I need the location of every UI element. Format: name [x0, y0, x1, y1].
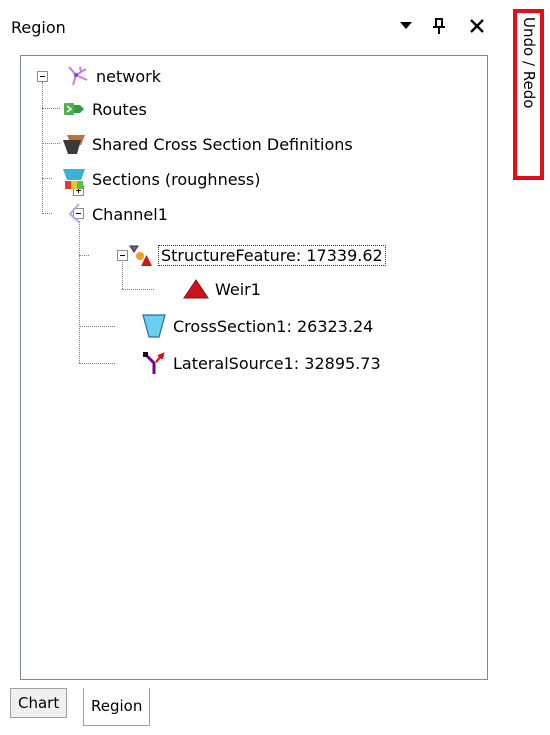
tree-node-label: Sections (roughness)	[92, 169, 261, 189]
tree-node-label: Weir1	[215, 279, 261, 299]
tree-connector	[79, 363, 115, 364]
tree-connector	[42, 213, 52, 214]
region-tree[interactable]: network Routes Shared Cross Section Defi…	[20, 55, 488, 680]
tree-node-label: LateralSource1: 32895.73	[173, 353, 381, 373]
pin-icon[interactable]	[428, 14, 450, 38]
collapse-structure-feature-toggle[interactable]	[117, 250, 128, 261]
tree-node-weir1[interactable]: Weir1	[183, 276, 261, 302]
tree-node-label: Shared Cross Section Definitions	[92, 134, 353, 154]
roughness-sections-icon	[63, 169, 85, 189]
panel-header: Region	[0, 0, 505, 50]
tree-node-channel1[interactable]: Channel1	[62, 201, 168, 227]
tree-node-label: CrossSection1: 26323.24	[173, 316, 374, 336]
tree-connector	[79, 255, 89, 256]
cross-section-definitions-icon	[63, 135, 85, 154]
close-icon[interactable]	[466, 14, 488, 38]
tree-connector	[122, 262, 123, 289]
tree-connector	[42, 178, 52, 179]
cross-section-icon	[142, 314, 166, 338]
channel-icon	[68, 203, 81, 224]
tree-connector	[42, 143, 60, 144]
tree-connector	[79, 221, 80, 363]
tree-node-shared-cross-section-definitions[interactable]: Shared Cross Section Definitions	[62, 131, 353, 157]
network-icon	[68, 66, 88, 86]
dropdown-arrow-icon[interactable]	[395, 14, 417, 38]
tree-node-label: network	[96, 66, 161, 86]
tree-node-cross-section1[interactable]: CrossSection1: 26323.24	[141, 313, 373, 339]
tree-node-structure-feature[interactable]: StructureFeature: 17339.62	[129, 242, 386, 268]
undo-redo-label: Undo / Redo	[520, 17, 538, 109]
collapse-network-toggle[interactable]	[37, 71, 48, 82]
tree-node-sections-roughness[interactable]: Sections (roughness)	[62, 166, 260, 192]
tree-connector	[122, 289, 154, 290]
tree-node-lateral-source1[interactable]: LateralSource1: 32895.73	[141, 350, 381, 376]
tab-region[interactable]: Region	[83, 688, 151, 726]
tree-node-network[interactable]: network	[66, 63, 161, 89]
lateral-source-icon	[143, 352, 165, 374]
routes-icon	[64, 103, 84, 115]
tree-connector	[42, 108, 60, 109]
tree-connector	[42, 82, 43, 212]
structure-feature-icon	[129, 245, 152, 266]
tree-connector	[79, 326, 115, 327]
undo-redo-side-tab[interactable]: Undo / Redo	[513, 9, 544, 180]
tree-node-label: StructureFeature: 17339.62	[158, 244, 386, 266]
tree-node-routes[interactable]: Routes	[62, 96, 147, 122]
panel-title: Region	[11, 18, 66, 37]
weir-icon	[183, 279, 209, 299]
tree-node-label: Routes	[92, 99, 147, 119]
tree-node-label: Channel1	[92, 204, 168, 224]
tab-chart[interactable]: Chart	[10, 688, 68, 718]
